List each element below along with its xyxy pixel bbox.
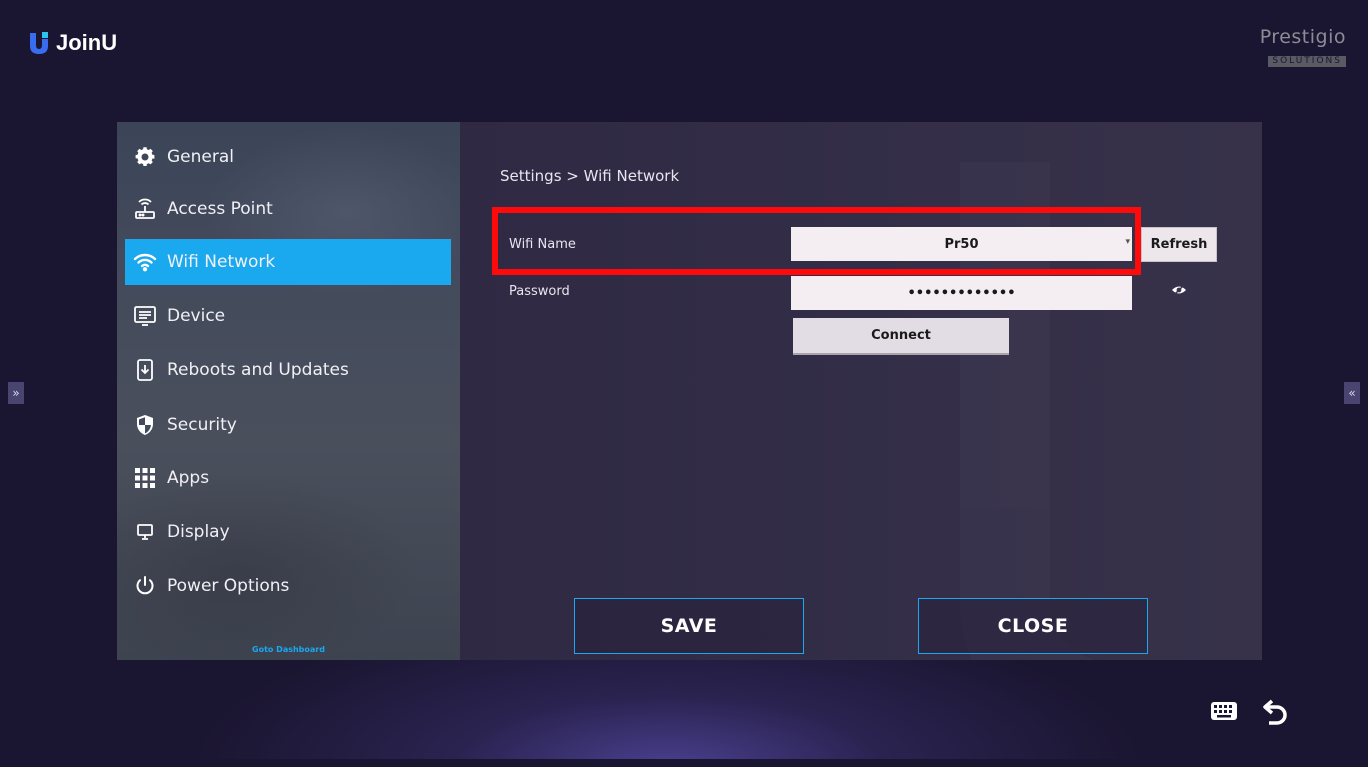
sidebar-item-display[interactable]: Display <box>125 509 451 555</box>
breadcrumb: Settings > Wifi Network <box>500 167 680 185</box>
sidebar-item-label: Access Point <box>167 199 273 219</box>
display-icon <box>133 520 157 544</box>
sidebar-item-label: General <box>167 147 234 167</box>
connect-button[interactable]: Connect <box>793 318 1009 355</box>
joinu-logo: JoinU <box>28 30 117 56</box>
sidebar-item-wifi-network[interactable]: Wifi Network <box>125 239 451 285</box>
sidebar-item-label: Security <box>167 415 237 435</box>
expand-right-arrow[interactable]: « <box>1344 382 1360 404</box>
brand-name: Prestigio <box>1259 26 1346 48</box>
settings-panel: General Access Point Wifi Network Device <box>117 122 1262 660</box>
sidebar-item-label: Reboots and Updates <box>167 360 349 380</box>
screen: JoinU Prestigio SOLUTIONS » « General Ac… <box>8 8 1360 759</box>
expand-left-arrow[interactable]: » <box>8 382 24 404</box>
monitor-icon <box>133 304 157 328</box>
sidebar-item-access-point[interactable]: Access Point <box>125 186 451 232</box>
wifi-settings-content: Settings > Wifi Network Wifi Name Pr50 ▾… <box>460 122 1262 660</box>
sidebar-item-security[interactable]: Security <box>125 402 451 448</box>
router-icon <box>133 197 157 221</box>
download-icon <box>133 358 157 382</box>
sidebar-item-label: Apps <box>167 468 210 488</box>
close-button[interactable]: CLOSE <box>918 598 1148 654</box>
app-name: JoinU <box>56 30 118 55</box>
goto-dashboard-link[interactable]: Goto Dashboard <box>117 645 460 654</box>
password-field[interactable]: ••••••••••••• <box>791 276 1132 310</box>
sidebar-item-reboots-and-updates[interactable]: Reboots and Updates <box>125 347 451 393</box>
sidebar-item-label: Display <box>167 522 230 542</box>
password-label: Password <box>509 284 570 299</box>
grid-icon <box>133 466 157 490</box>
highlight-box <box>492 207 1141 275</box>
shield-icon <box>133 413 157 437</box>
sidebar-item-label: Device <box>167 306 226 326</box>
sidebar-item-general[interactable]: General <box>125 134 451 180</box>
sidebar-item-apps[interactable]: Apps <box>125 455 451 501</box>
prestigio-logo: Prestigio SOLUTIONS <box>1246 26 1346 67</box>
password-value: ••••••••••••• <box>907 285 1016 301</box>
brand-sub: SOLUTIONS <box>1268 56 1346 67</box>
joinu-logo-icon <box>30 32 48 54</box>
keyboard-icon[interactable] <box>1211 702 1237 720</box>
sidebar-item-power-options[interactable]: Power Options <box>125 563 451 609</box>
sidebar-item-label: Wifi Network <box>167 252 276 272</box>
gear-icon <box>133 145 157 169</box>
save-button[interactable]: SAVE <box>574 598 804 654</box>
power-icon <box>133 574 157 598</box>
back-icon[interactable] <box>1263 698 1289 726</box>
settings-sidebar: General Access Point Wifi Network Device <box>117 122 460 660</box>
sidebar-item-device[interactable]: Device <box>125 293 451 339</box>
wifi-icon <box>133 250 157 274</box>
sidebar-item-label: Power Options <box>167 576 290 596</box>
refresh-button[interactable]: Refresh <box>1141 227 1217 262</box>
eye-icon[interactable] <box>1171 284 1187 296</box>
